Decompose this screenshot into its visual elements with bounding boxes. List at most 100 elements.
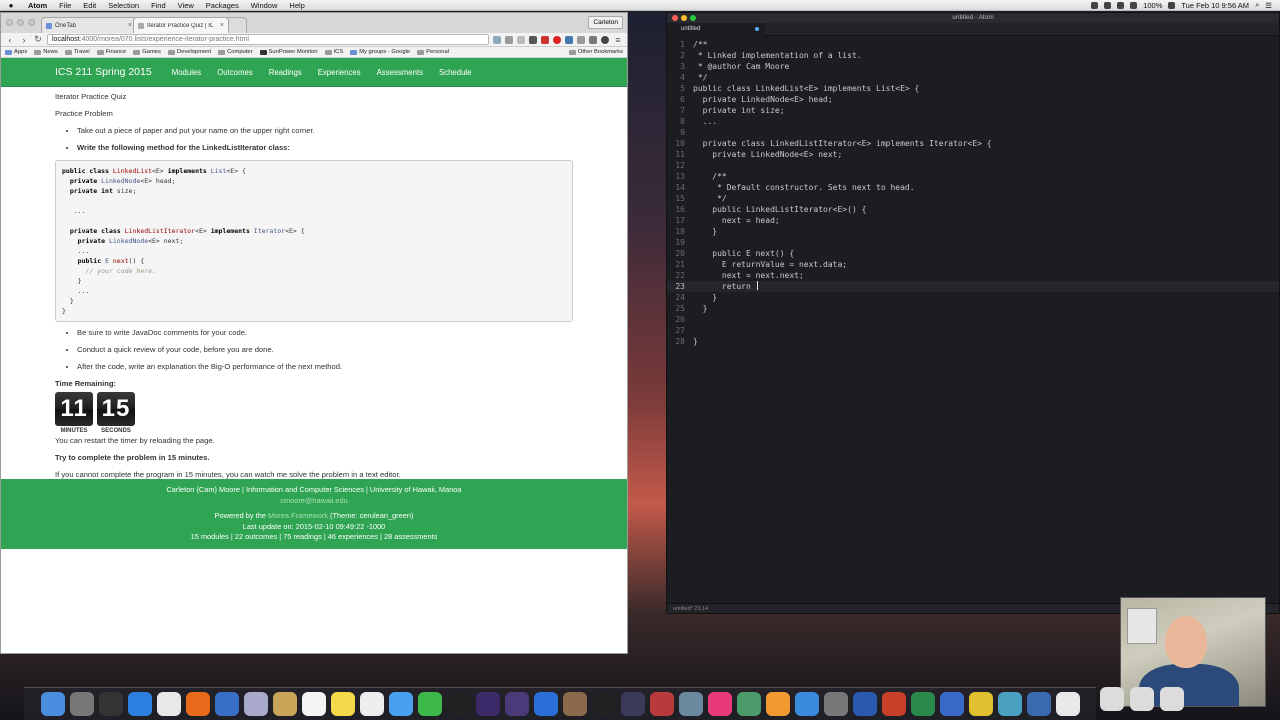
- phone-icon[interactable]: [1055, 692, 1080, 716]
- gimp-icon[interactable]: [562, 692, 587, 716]
- editor-line[interactable]: 14 * Default constructor. Sets next to h…: [667, 182, 1279, 193]
- extension-icon[interactable]: [565, 35, 573, 44]
- editor-line[interactable]: 12: [667, 160, 1279, 171]
- terminal-icon[interactable]: [446, 692, 471, 716]
- bookmark-travel[interactable]: Travel: [64, 49, 90, 55]
- bookmark-sunpower[interactable]: SunPower Monitori: [259, 49, 318, 55]
- editor-line[interactable]: 20 public E next() {: [667, 248, 1279, 259]
- editor-line[interactable]: 1 /**: [667, 39, 1279, 50]
- editor-line[interactable]: 3 * @author Cam Moore: [667, 61, 1279, 72]
- network-icon[interactable]: [997, 692, 1022, 716]
- profile-button[interactable]: Carleton: [588, 16, 623, 29]
- battery-percent[interactable]: 100%: [1143, 1, 1162, 10]
- close-tab-icon[interactable]: ×: [128, 22, 132, 29]
- editor-line[interactable]: 4 */: [667, 72, 1279, 83]
- chrome-menu-icon[interactable]: ≡: [613, 35, 623, 45]
- tab-iterator-quiz[interactable]: Iterator Practice Quiz | ICS ×: [133, 17, 229, 33]
- wifi-icon[interactable]: [1117, 1, 1125, 9]
- menubar-clock[interactable]: Tue Feb 10 9:56 AM: [1181, 1, 1249, 10]
- nav-assessments[interactable]: Assessments: [377, 68, 423, 77]
- bookmark-ics[interactable]: ICS: [324, 49, 343, 55]
- editor-line[interactable]: 19: [667, 237, 1279, 248]
- itunes-icon[interactable]: [707, 692, 732, 716]
- editor-line[interactable]: 23 return: [667, 281, 1279, 292]
- forward-icon[interactable]: ›: [19, 35, 29, 45]
- editor-line[interactable]: 16 public LinkedListIterator<E>() {: [667, 204, 1279, 215]
- editor-line[interactable]: 10 private class LinkedListIterator<E> i…: [667, 138, 1279, 149]
- battery-icon[interactable]: [1168, 1, 1176, 9]
- pinterest-extension-icon[interactable]: [553, 35, 561, 44]
- address-bar[interactable]: localhost:4000/morea/070.lists/experienc…: [47, 34, 489, 45]
- menu-help[interactable]: Help: [283, 1, 310, 10]
- apple-menu-icon[interactable]: ●: [0, 1, 22, 10]
- nav-experiences[interactable]: Experiences: [318, 68, 361, 77]
- tab-onetab[interactable]: OneTab ×: [41, 17, 137, 33]
- editor-line[interactable]: 15 */: [667, 193, 1279, 204]
- editor-line[interactable]: 21 E returnValue = next.data;: [667, 259, 1279, 270]
- preview-icon[interactable]: [243, 692, 268, 716]
- bookmark-computer[interactable]: Computer: [218, 49, 253, 55]
- dropbox-icon[interactable]: [1091, 1, 1099, 9]
- info-extension-icon[interactable]: [601, 35, 609, 44]
- editor-line[interactable]: 5 public class LinkedList<E> implements L…: [667, 83, 1279, 94]
- close-tab-icon[interactable]: ×: [220, 22, 224, 29]
- back-icon[interactable]: ‹: [5, 35, 15, 45]
- editor-line[interactable]: 11 private LinkedNode<E> next;: [667, 149, 1279, 160]
- menu-file[interactable]: File: [53, 1, 77, 10]
- footer-email-link[interactable]: cmoore@hawaii.edu: [1, 496, 627, 507]
- messages-icon[interactable]: [388, 692, 413, 716]
- activity-icon[interactable]: [98, 692, 123, 716]
- launchpad-icon[interactable]: [69, 692, 94, 716]
- facetime-icon[interactable]: [417, 692, 442, 716]
- lastpass-extension-icon[interactable]: [541, 35, 549, 44]
- bookmark-news[interactable]: News: [34, 49, 58, 55]
- nav-outcomes[interactable]: Outcomes: [217, 68, 253, 77]
- github-icon[interactable]: [591, 692, 616, 716]
- editor-tab-untitled[interactable]: untitled: [667, 22, 765, 36]
- minimize-window-button[interactable]: [681, 15, 687, 21]
- growl-icon[interactable]: [968, 692, 993, 716]
- bookmark-finance[interactable]: Finance: [96, 49, 126, 55]
- nav-schedule[interactable]: Schedule: [439, 68, 472, 77]
- editor-line[interactable]: 7 private int size;: [667, 105, 1279, 116]
- menu-window[interactable]: Window: [245, 1, 284, 10]
- editor-line[interactable]: 26: [667, 314, 1279, 325]
- textedit-icon[interactable]: [359, 692, 384, 716]
- appstore-icon[interactable]: [794, 692, 819, 716]
- firefox-icon[interactable]: [185, 692, 210, 716]
- close-window-button[interactable]: [6, 19, 13, 26]
- word-icon[interactable]: [852, 692, 877, 716]
- eclipse2-icon[interactable]: [504, 692, 529, 716]
- eclipse-icon[interactable]: [475, 692, 500, 716]
- powerpoint-icon[interactable]: [881, 692, 906, 716]
- editor-line[interactable]: 18 }: [667, 226, 1279, 237]
- atom-icon[interactable]: [736, 692, 761, 716]
- photobooth-icon[interactable]: [649, 692, 674, 716]
- ibooks-icon[interactable]: [765, 692, 790, 716]
- menu-app-name[interactable]: Atom: [22, 1, 53, 10]
- menu-packages[interactable]: Packages: [200, 1, 245, 10]
- bookmark-star-icon[interactable]: [517, 35, 525, 44]
- spotlight-icon[interactable]: ⌕: [1255, 0, 1259, 10]
- translate-icon[interactable]: [493, 35, 501, 44]
- site-brand-link[interactable]: ICS 211 Spring 2015: [55, 66, 152, 78]
- editor-line[interactable]: 6 private LinkedNode<E> head;: [667, 94, 1279, 105]
- calendar-icon[interactable]: [301, 692, 326, 716]
- outlook-icon[interactable]: [939, 692, 964, 716]
- editor-line[interactable]: 24 }: [667, 292, 1279, 303]
- chrome-icon[interactable]: [156, 692, 181, 716]
- excel-icon[interactable]: [910, 692, 935, 716]
- trash-icon[interactable]: [1160, 687, 1184, 711]
- morea-link[interactable]: Morea Framework: [268, 511, 328, 520]
- code-editor[interactable]: 1/** 2 * Linked implementation of a list.…: [667, 36, 1279, 591]
- editor-line[interactable]: 22 next = next.next;: [667, 270, 1279, 281]
- menu-selection[interactable]: Selection: [102, 1, 145, 10]
- zoom-window-button[interactable]: [690, 15, 696, 21]
- bookmark-other[interactable]: Other Bookmarks: [568, 49, 623, 55]
- readability-extension-icon[interactable]: [577, 35, 585, 44]
- screenflow-icon[interactable]: [620, 692, 645, 716]
- volume-icon[interactable]: [1130, 1, 1138, 9]
- documents-stack-icon[interactable]: [1100, 687, 1124, 711]
- thunderbird-icon[interactable]: [214, 692, 239, 716]
- menu-view[interactable]: View: [172, 1, 200, 10]
